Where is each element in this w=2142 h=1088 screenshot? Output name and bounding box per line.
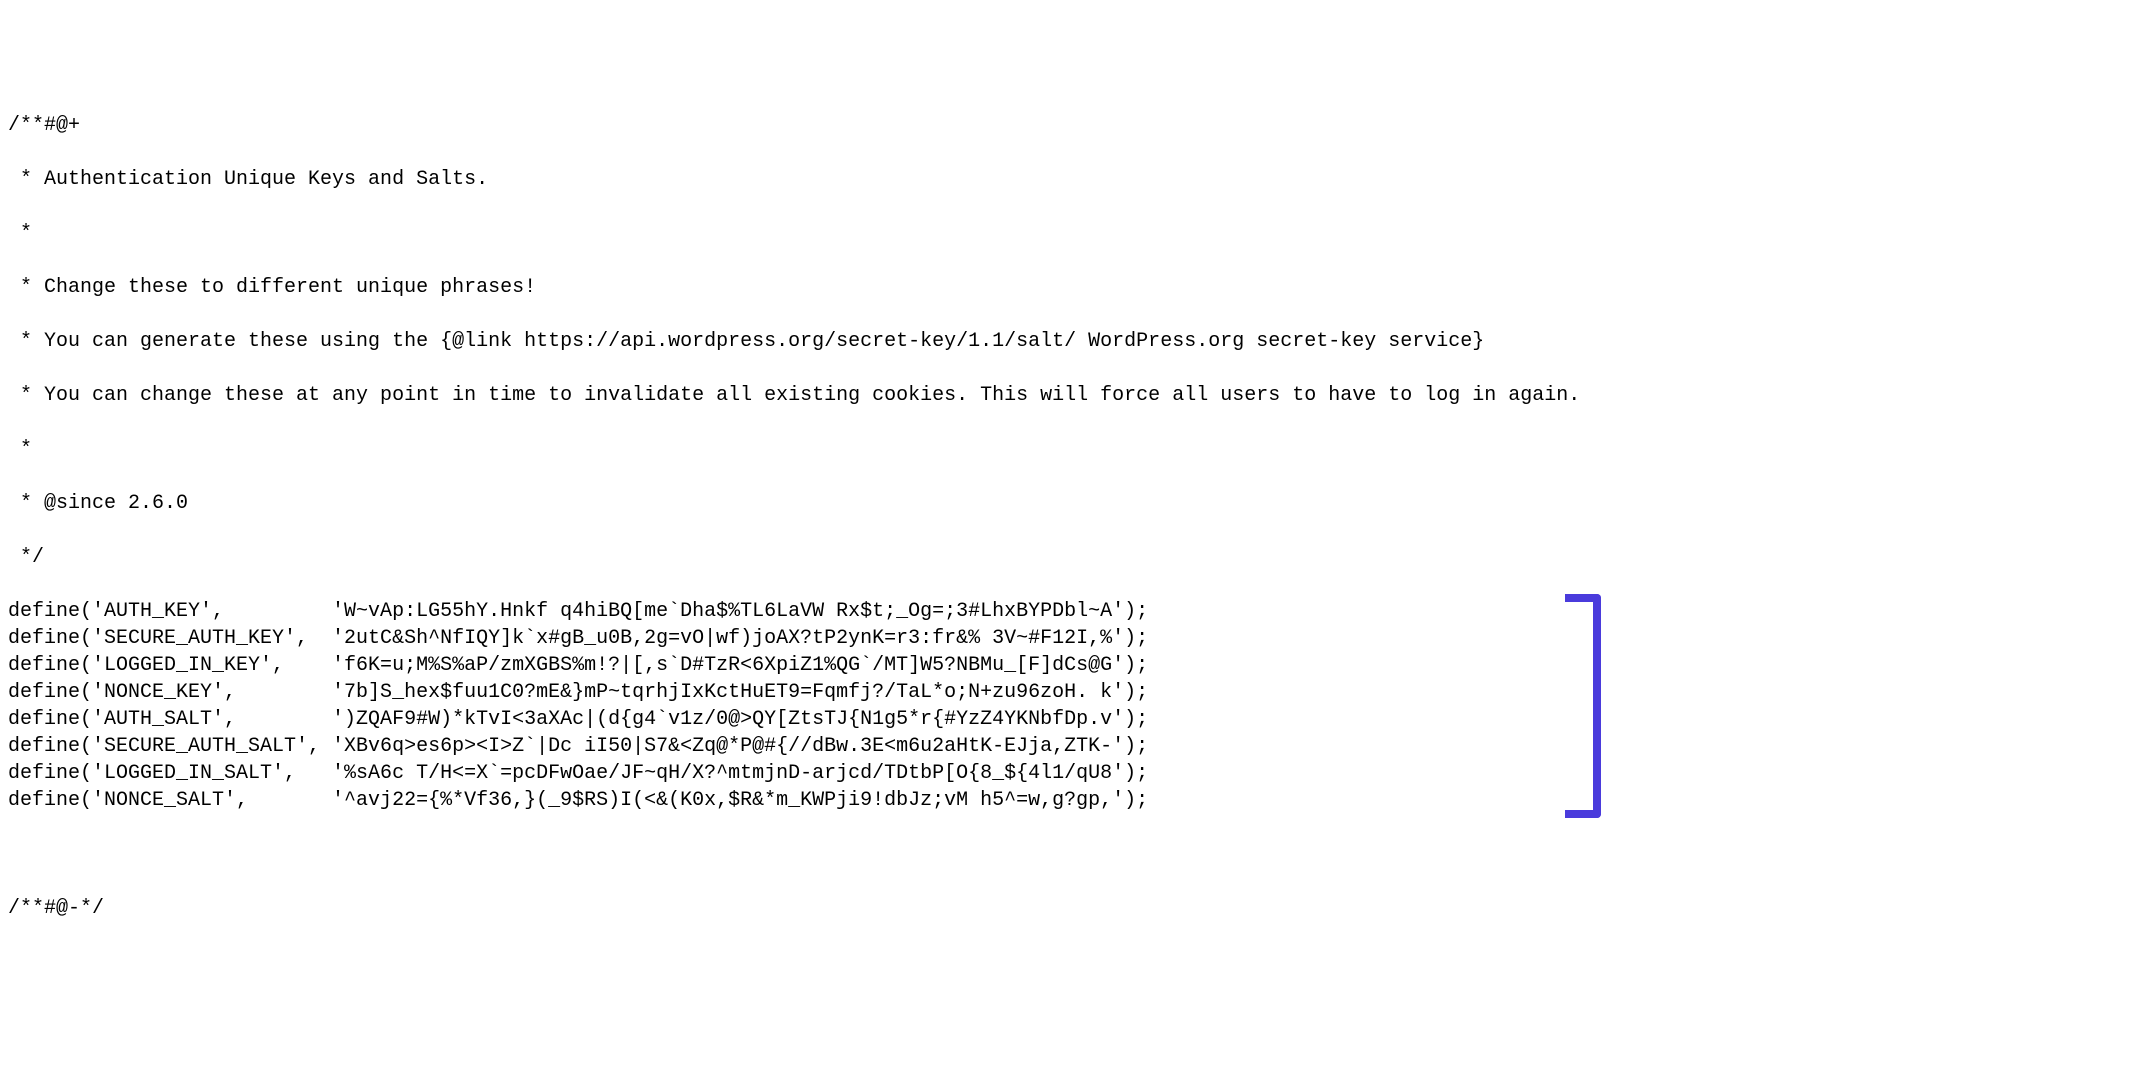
define-line: define('SECURE_AUTH_SALT', 'XBv6q>es6p><…	[8, 733, 1580, 760]
comment-line: * Authentication Unique Keys and Salts.	[8, 166, 1580, 193]
comment-line: */	[8, 544, 1580, 571]
define-line: define('LOGGED_IN_SALT', '%sA6c T/H<=X`=…	[8, 760, 1580, 787]
define-line: define('NONCE_SALT', '^avj22={%*Vf36,}(_…	[8, 787, 1580, 814]
define-line: define('AUTH_KEY', 'W~vAp:LG55hY.Hnkf q4…	[8, 598, 1580, 625]
comment-line: * Change these to different unique phras…	[8, 274, 1580, 301]
comment-line: *	[8, 436, 1580, 463]
comment-line: /**#@+	[8, 112, 1580, 139]
define-line: define('AUTH_SALT', ')ZQAF9#W)*kTvI<3aXA…	[8, 706, 1580, 733]
defines-block: define('AUTH_KEY', 'W~vAp:LG55hY.Hnkf q4…	[8, 598, 1580, 814]
define-line: define('SECURE_AUTH_KEY', '2utC&Sh^NfIQY…	[8, 625, 1580, 652]
define-line: define('NONCE_KEY', '7b]S_hex$fuu1C0?mE&…	[8, 679, 1580, 706]
comment-line: * @since 2.6.0	[8, 490, 1580, 517]
comment-line: * You can generate these using the {@lin…	[8, 328, 1580, 355]
define-line: define('LOGGED_IN_KEY', 'f6K=u;M%S%aP/zm…	[8, 652, 1580, 679]
code-block: /**#@+ * Authentication Unique Keys and …	[8, 85, 1580, 976]
comment-line: *	[8, 220, 1580, 247]
blank-line	[8, 841, 1580, 868]
comment-line: * You can change these at any point in t…	[8, 382, 1580, 409]
comment-close: /**#@-*/	[8, 895, 1580, 922]
